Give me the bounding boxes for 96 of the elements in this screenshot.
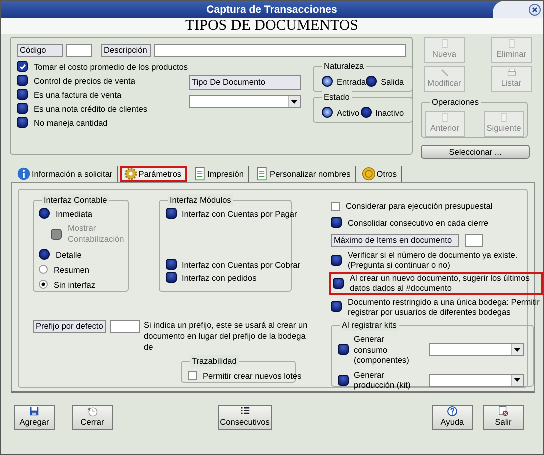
page-icon bbox=[506, 39, 516, 49]
caret-icon bbox=[514, 348, 521, 352]
checkbox-label: Tomar el costo promedio de los productos bbox=[34, 62, 188, 72]
gear-icon bbox=[124, 167, 138, 181]
field-label: Descripción bbox=[101, 44, 151, 57]
checkbox[interactable] bbox=[166, 208, 177, 219]
checkbox[interactable] bbox=[17, 117, 28, 128]
description-field[interactable] bbox=[154, 44, 406, 57]
help-text: Si indica un prefijo, este se usará al crear un documento en lugar del prefijo de la bodega de bbox=[144, 320, 309, 353]
field-label: Prefijo por defecto bbox=[33, 320, 106, 333]
toolbar-button[interactable]: Consecutivos bbox=[218, 405, 272, 430]
caret-icon bbox=[291, 100, 298, 104]
checkbox-label: Es una nota crédito de clientes bbox=[34, 104, 148, 114]
checkbox[interactable] bbox=[17, 61, 28, 72]
caret-icon bbox=[514, 378, 521, 382]
document-icon bbox=[192, 167, 207, 181]
radio-label: Inmediata bbox=[56, 208, 92, 218]
checkbox-label: Permitir crear nuevos lotes bbox=[203, 370, 302, 380]
radio-button[interactable] bbox=[39, 265, 48, 274]
list-icon bbox=[240, 406, 250, 417]
checkbox[interactable] bbox=[333, 278, 344, 289]
radio-button[interactable] bbox=[39, 249, 50, 260]
form-heading: TIPOS DE DOCUMENTOS bbox=[1, 18, 543, 34]
prefix-field[interactable] bbox=[110, 320, 140, 333]
dropdown[interactable] bbox=[189, 95, 301, 108]
radio-label: Entrada bbox=[337, 76, 366, 86]
checkbox-label: No maneja cantidad bbox=[34, 118, 108, 128]
max-items-field[interactable] bbox=[465, 234, 483, 248]
page-icon bbox=[440, 39, 450, 49]
checkbox[interactable] bbox=[331, 217, 342, 228]
radio-button[interactable] bbox=[39, 208, 50, 219]
checkbox-label: Mostrar Contabilización bbox=[68, 223, 126, 245]
question-icon bbox=[447, 406, 458, 417]
checkbox[interactable] bbox=[17, 89, 28, 100]
page-icon bbox=[499, 113, 509, 123]
radio-button[interactable] bbox=[322, 107, 333, 118]
document-type-field: Tipo De Documento bbox=[189, 75, 301, 90]
exit-icon bbox=[498, 406, 509, 417]
printer-icon bbox=[506, 68, 516, 78]
checkbox-label: Documento restringido a una única bodega: Permitir registrar por usuarios de diferentes bodegas bbox=[348, 296, 541, 317]
dropdown[interactable] bbox=[429, 374, 524, 387]
group-title: Estado bbox=[322, 91, 352, 103]
group-title: Interfaz Contable bbox=[42, 194, 110, 206]
group-title: Naturaleza bbox=[322, 60, 366, 72]
dropdown[interactable] bbox=[429, 343, 524, 356]
radio-label: Activo bbox=[337, 108, 360, 118]
radio-button[interactable] bbox=[360, 107, 372, 118]
group-title: Interfaz Módulos bbox=[168, 194, 234, 206]
checkbox[interactable] bbox=[166, 272, 177, 283]
group-title: Operaciones bbox=[430, 96, 482, 108]
field-label: Código bbox=[17, 44, 63, 57]
checkbox[interactable] bbox=[338, 374, 349, 386]
checkbox[interactable] bbox=[331, 301, 342, 312]
checkbox-label: Generar consumo (componentes) bbox=[354, 334, 410, 366]
select-button[interactable]: Seleccionar ... bbox=[421, 145, 530, 159]
toolbar-button[interactable]: Agregar bbox=[14, 405, 55, 430]
info-icon bbox=[17, 167, 31, 181]
checkbox-label: Verificar si el número de documento ya existe. (Pregunta si continuar o no) bbox=[348, 250, 519, 270]
radio-label: Sin interfaz bbox=[54, 280, 96, 290]
checkbox[interactable] bbox=[331, 254, 342, 266]
checkbox[interactable] bbox=[331, 202, 340, 211]
field-label: Máximo de Items en documento bbox=[331, 234, 459, 248]
document-icon bbox=[255, 167, 270, 181]
radio-button[interactable] bbox=[366, 76, 378, 87]
tab[interactable]: Parámetros bbox=[120, 166, 187, 182]
radio-button[interactable] bbox=[39, 280, 48, 289]
radio-label: Inactivo bbox=[376, 108, 404, 118]
toolbar-button[interactable]: Cerrar bbox=[72, 405, 113, 430]
checkbox-label: Al crear un nuevo documento, sugerir los últimos datos dados al #documento bbox=[350, 273, 531, 294]
checkbox-label: Interfaz con Cuentas por Pagar bbox=[182, 208, 298, 218]
checkbox[interactable] bbox=[17, 75, 28, 86]
checkbox-label: Generar producción (kit) bbox=[354, 370, 412, 391]
checkbox-label: Interfaz con Cuentas por Cobrar bbox=[182, 260, 301, 270]
close-icon[interactable] bbox=[529, 4, 541, 16]
radio-label: Salida bbox=[381, 76, 404, 86]
checkbox-label: Interfaz con pedidos bbox=[182, 272, 257, 282]
checkbox[interactable] bbox=[166, 259, 177, 270]
page-icon bbox=[440, 113, 450, 123]
checkbox-label: Considerar para ejecución presupuestal bbox=[346, 201, 493, 212]
toolbar-button[interactable]: Ayuda bbox=[432, 405, 473, 430]
checkbox-label: Es una factura de venta bbox=[34, 90, 122, 100]
window-title: Captura de Transacciones bbox=[206, 4, 338, 16]
code-field[interactable] bbox=[66, 44, 92, 57]
radio-button[interactable] bbox=[322, 76, 333, 87]
coin-icon bbox=[362, 167, 376, 181]
pencil-icon bbox=[440, 68, 450, 78]
checkbox-label: Control de precios de venta bbox=[34, 76, 136, 86]
toolbar-button[interactable]: Salir bbox=[483, 405, 524, 430]
group-title: Al registrar kits bbox=[340, 319, 399, 332]
radio-label: Detalle bbox=[56, 250, 82, 260]
group-title: Trazabilidad bbox=[190, 355, 239, 367]
checkbox[interactable] bbox=[338, 344, 349, 356]
checkbox-label: Consolidar consecutivo en cada cierre bbox=[348, 218, 489, 228]
checkbox[interactable] bbox=[17, 103, 28, 114]
radio-label: Resumen bbox=[54, 264, 90, 274]
checkbox[interactable] bbox=[188, 371, 197, 380]
